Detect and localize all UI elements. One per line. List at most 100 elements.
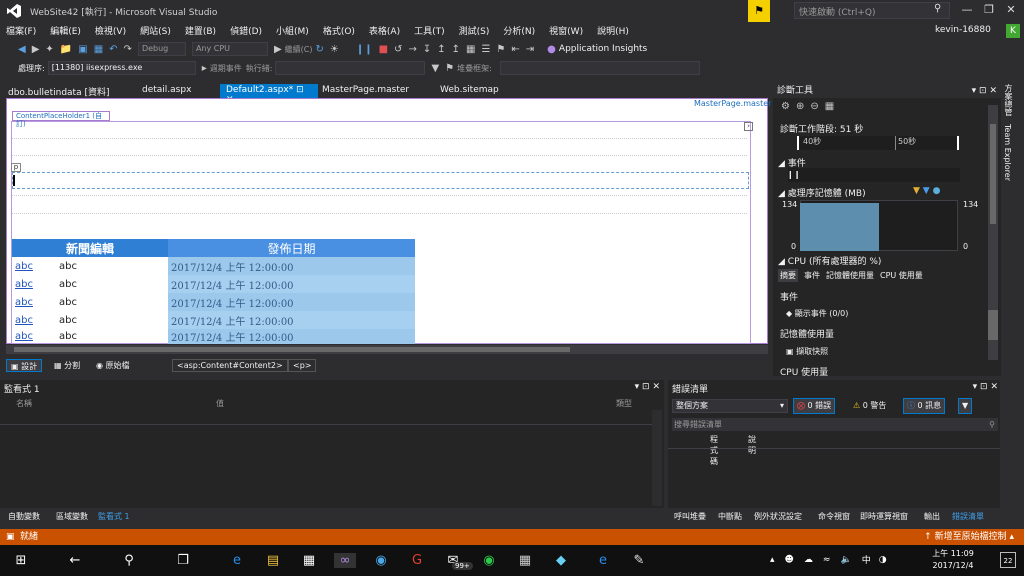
- col-code[interactable]: 程式碼: [710, 434, 718, 467]
- media-player-icon[interactable]: ◉: [370, 553, 392, 568]
- people-icon[interactable]: ☻: [785, 555, 794, 565]
- menu-build[interactable]: 建置(B): [185, 24, 216, 37]
- search-icon[interactable]: ⚲: [118, 553, 140, 568]
- timeline-ruler[interactable]: [797, 136, 959, 150]
- minimize-button[interactable]: —: [956, 3, 978, 16]
- tab-autos[interactable]: 自動變數: [6, 510, 42, 523]
- store-icon[interactable]: ▦: [298, 553, 320, 568]
- back-icon[interactable]: ◀: [18, 44, 26, 55]
- menu-file[interactable]: 檔案(F): [6, 24, 36, 37]
- line-icon[interactable]: ◉: [478, 553, 500, 568]
- memory-section[interactable]: ◢ 處理序記憶體 (MB): [778, 186, 866, 199]
- news-link[interactable]: abc: [12, 329, 56, 344]
- zoom-out-icon[interactable]: ⊖: [810, 101, 818, 112]
- search-icon[interactable]: ⚲: [934, 3, 941, 14]
- browser-icon[interactable]: ☀: [330, 44, 339, 55]
- tab-default2[interactable]: Default2.aspx* ⊡ ✕: [220, 84, 318, 105]
- tab-breakpoints[interactable]: 中斷點: [716, 510, 744, 523]
- tab-locals[interactable]: 區域變數: [54, 510, 90, 523]
- feedback-flag-icon[interactable]: ⚑: [748, 0, 770, 22]
- process-dropdown[interactable]: [11380] iisexpress.exe: [47, 61, 196, 75]
- close-button[interactable]: ✕: [1000, 3, 1022, 16]
- google-icon[interactable]: G: [406, 553, 428, 568]
- menu-analyze[interactable]: 分析(N): [503, 24, 535, 37]
- news-link[interactable]: abc: [12, 275, 56, 293]
- panel-pin-close-icon[interactable]: ▾ ⊡ ✕: [635, 382, 660, 392]
- continue-icon[interactable]: ▶: [274, 44, 282, 55]
- show-events-link[interactable]: ◆ 顯示事件 (0/0): [786, 308, 848, 319]
- lifecycle-icon[interactable]: ▸: [202, 63, 207, 74]
- ime-mode-icon[interactable]: ◑: [879, 555, 887, 565]
- undo-icon[interactable]: ↶: [109, 44, 117, 55]
- hex-icon[interactable]: ▦: [466, 44, 475, 55]
- platform-dropdown[interactable]: Any CPU: [191, 42, 268, 56]
- build-filter-button[interactable]: ▼: [958, 398, 973, 414]
- paragraph-element[interactable]: [12, 172, 749, 189]
- indent-icon[interactable]: ⇥: [526, 44, 534, 55]
- pause-icon[interactable]: ❙❙: [356, 44, 373, 55]
- redo-icon[interactable]: ↷: [124, 44, 132, 55]
- menu-test[interactable]: 測試(S): [459, 24, 490, 37]
- refresh-icon[interactable]: ↻: [315, 44, 323, 55]
- source-view-button[interactable]: ◉ 原始檔: [92, 359, 134, 372]
- restart-icon[interactable]: ↺: [394, 44, 402, 55]
- restore-button[interactable]: ❐: [978, 3, 1000, 16]
- tab-immediate-window[interactable]: 即時運算視窗: [858, 510, 910, 523]
- tray-expand-icon[interactable]: ▴: [770, 555, 775, 565]
- thread-dropdown[interactable]: [275, 61, 426, 75]
- calculator-icon[interactable]: ▦: [514, 553, 536, 568]
- onedrive-icon[interactable]: ☁: [804, 555, 813, 565]
- messages-filter-button[interactable]: ⓘ 0 訊息: [903, 398, 946, 414]
- tab-detail[interactable]: detail.aspx: [136, 84, 197, 98]
- tab-summary[interactable]: 摘要: [778, 268, 798, 282]
- ime-indicator[interactable]: 中: [862, 553, 871, 566]
- solution-explorer-tab[interactable]: 方案總管: [1003, 84, 1014, 116]
- tab-masterpage[interactable]: MasterPage.master: [316, 84, 415, 98]
- settings-gear-icon[interactable]: ⚙: [781, 101, 790, 112]
- save-all-icon[interactable]: ▦: [94, 44, 103, 55]
- tab-error-list[interactable]: 錯誤清單: [950, 510, 986, 523]
- tab-web-sitemap[interactable]: Web.sitemap: [434, 84, 505, 98]
- tag-breadcrumb-p[interactable]: <p>: [288, 359, 317, 372]
- add-to-source-control[interactable]: ↑ 新增至原始檔控制 ▴: [924, 529, 1014, 545]
- clock[interactable]: 上午 11:09 2017/12/4: [932, 548, 974, 572]
- split-view-button[interactable]: ▦ 分割: [50, 359, 84, 372]
- news-link[interactable]: abc: [12, 293, 56, 311]
- tab-watch1[interactable]: 監看式 1: [96, 510, 132, 523]
- show-next-statement-icon[interactable]: →: [408, 44, 416, 55]
- menu-help[interactable]: 說明(H): [597, 24, 629, 37]
- lifecycle-events-button[interactable]: 週期事件: [210, 63, 242, 74]
- news-link[interactable]: abc: [12, 311, 56, 329]
- tab-call-stack[interactable]: 呼叫堆疊: [672, 510, 708, 523]
- outdent-icon[interactable]: ⇤: [511, 44, 519, 55]
- scrollbar-thumb[interactable]: [988, 310, 998, 340]
- open-folder-icon[interactable]: 📁: [60, 44, 72, 55]
- menu-edit[interactable]: 編輯(E): [50, 24, 81, 37]
- col-name[interactable]: 名稱: [16, 398, 32, 409]
- forward-icon[interactable]: ▶: [32, 44, 40, 55]
- watch-scrollbar[interactable]: [652, 410, 662, 506]
- col-description[interactable]: 說明: [748, 434, 756, 456]
- edge-icon[interactable]: e: [226, 553, 248, 568]
- menu-table[interactable]: 表格(A): [369, 24, 400, 37]
- app-insights-button[interactable]: Application Insights: [559, 44, 647, 54]
- tab-cpu-usage[interactable]: CPU 使用量: [880, 270, 923, 281]
- tab-memory-usage[interactable]: 記憶體使用量: [826, 270, 874, 281]
- menu-debug[interactable]: 偵錯(D): [230, 24, 262, 37]
- new-item-icon[interactable]: ✦: [45, 44, 53, 55]
- task-view-icon[interactable]: ❐: [172, 553, 194, 568]
- start-windows-icon[interactable]: ⊞: [10, 553, 32, 568]
- menu-tools[interactable]: 工具(T): [414, 24, 445, 37]
- config-dropdown[interactable]: Debug: [137, 42, 186, 56]
- tag-breadcrumb-content[interactable]: <asp:Content#Content2>: [172, 359, 288, 372]
- take-snapshot-button[interactable]: ▣ 擷取快照: [786, 346, 828, 357]
- menu-view[interactable]: 檢視(V): [95, 24, 126, 37]
- col-type[interactable]: 類型: [616, 398, 632, 409]
- tab-output[interactable]: 輸出: [922, 510, 942, 523]
- menu-window[interactable]: 視窗(W): [549, 24, 583, 37]
- paint-icon[interactable]: ✎: [628, 553, 650, 568]
- tab-exception-settings[interactable]: 例外狀況設定: [752, 510, 804, 523]
- tab-events[interactable]: 事件: [804, 270, 820, 281]
- action-center-icon[interactable]: 22: [1000, 552, 1016, 568]
- zoom-in-icon[interactable]: ⊕: [796, 101, 804, 112]
